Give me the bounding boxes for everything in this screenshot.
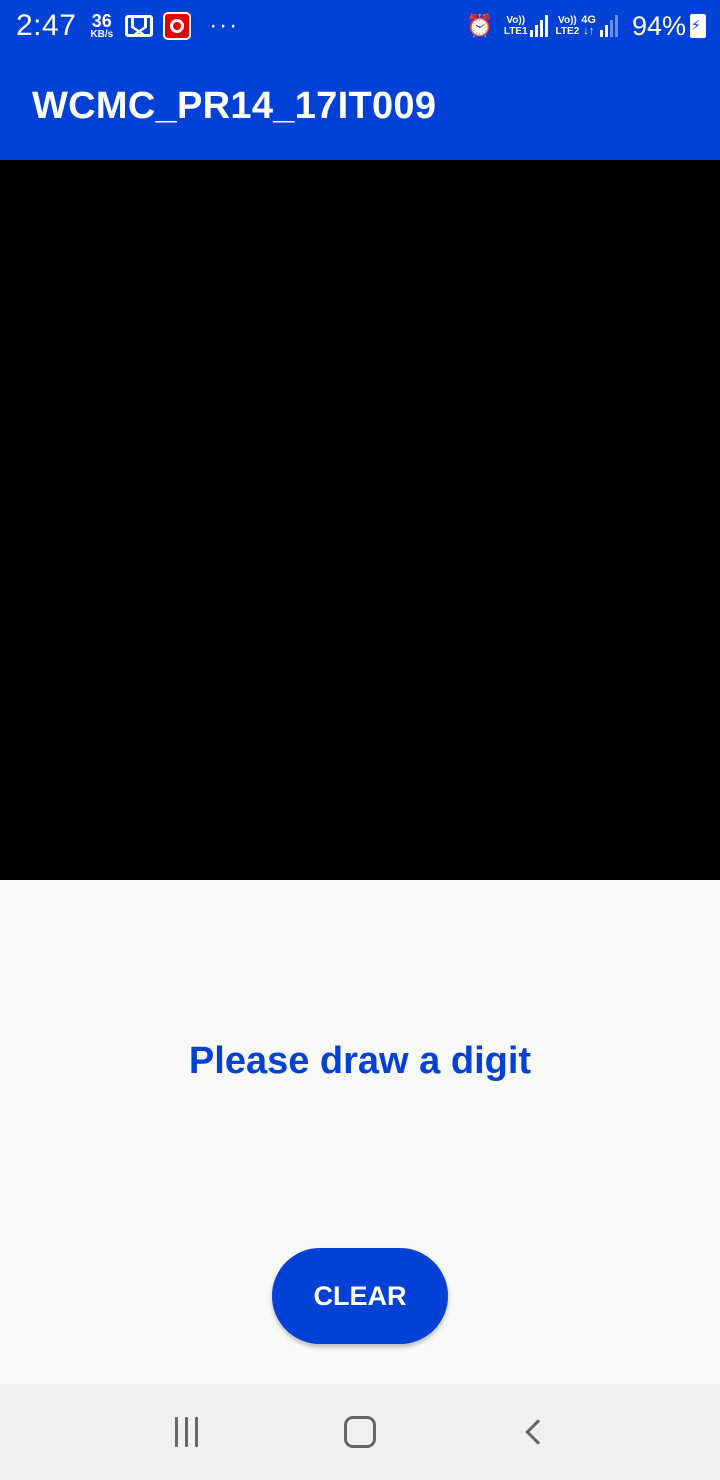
vodafone-icon	[163, 12, 192, 40]
more-notifications-icon: ···	[209, 12, 240, 39]
network-speed-value: 36	[91, 11, 112, 31]
recents-button[interactable]	[147, 1392, 227, 1472]
signal-icon	[599, 15, 618, 37]
signal-icon	[529, 15, 548, 37]
battery-percent: 94%	[631, 10, 686, 41]
navigation-bar	[0, 1384, 720, 1480]
network-speed: 36 KB/s	[90, 12, 113, 40]
home-button[interactable]	[320, 1392, 400, 1472]
sim1-lte: LTE1	[503, 26, 528, 37]
data-arrows-icon: ↓↑	[583, 25, 595, 37]
data-type: 4G ↓↑	[581, 15, 596, 37]
network-speed-unit: KB/s	[90, 29, 114, 40]
sim1-label: Vo)) LTE1	[504, 15, 528, 37]
sim2-label: Vo)) LTE2	[556, 15, 580, 37]
clear-button[interactable]: CLEAR	[272, 1248, 448, 1344]
app-bar: WCMC_PR14_17IT009	[0, 52, 720, 160]
status-bar: 2:47 36 KB/s ··· ⏰ Vo)) LTE1 Vo)) LTE2 4…	[0, 0, 720, 52]
drawing-canvas[interactable]	[0, 160, 720, 880]
status-bar-right: ⏰ Vo)) LTE1 Vo)) LTE2 4G ↓↑ 94%	[466, 11, 706, 42]
gmail-icon	[125, 15, 154, 37]
back-icon	[525, 1419, 552, 1445]
battery-charging-icon	[690, 14, 706, 38]
alarm-icon: ⏰	[466, 13, 494, 38]
sim1-volte: Vo))	[506, 15, 526, 26]
app-title: WCMC_PR14_17IT009	[32, 84, 437, 127]
status-time: 2:47	[16, 9, 77, 42]
home-icon	[343, 1416, 376, 1448]
recents-icon	[175, 1417, 199, 1447]
back-button[interactable]	[493, 1392, 573, 1472]
sim2-volte: Vo))	[558, 15, 577, 26]
sim2-lte: LTE2	[555, 26, 580, 37]
status-bar-left: 2:47 36 KB/s ···	[16, 9, 239, 43]
draw-prompt: Please draw a digit	[188, 1040, 532, 1082]
